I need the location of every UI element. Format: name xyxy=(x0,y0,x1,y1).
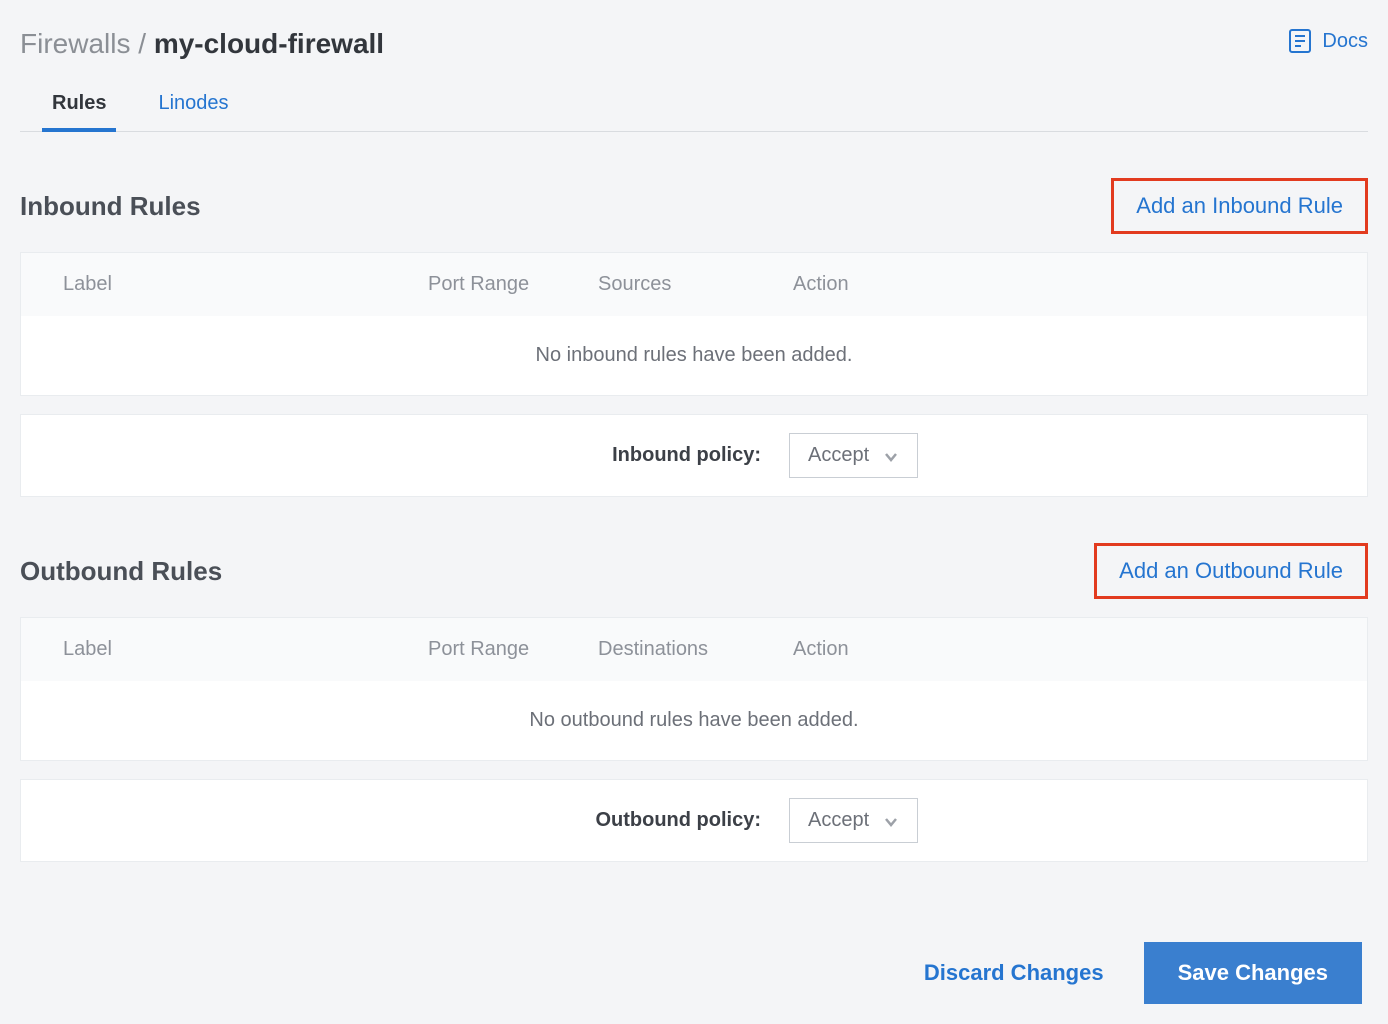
add-inbound-rule-button[interactable]: Add an Inbound Rule xyxy=(1111,178,1368,234)
breadcrumb: Firewalls / my-cloud-firewall xyxy=(20,28,384,60)
inbound-policy-select[interactable]: Accept xyxy=(789,433,918,478)
breadcrumb-parent[interactable]: Firewalls xyxy=(20,28,130,59)
outbound-title: Outbound Rules xyxy=(20,556,222,587)
outbound-col-action: Action xyxy=(771,618,1367,681)
tab-rules[interactable]: Rules xyxy=(48,78,110,131)
firewall-rules-page: Firewalls / my-cloud-firewall Docs Rules… xyxy=(20,20,1368,1004)
add-outbound-rule-button[interactable]: Add an Outbound Rule xyxy=(1094,543,1368,599)
outbound-rules-table: Label Port Range Destinations Action No … xyxy=(20,617,1368,761)
outbound-section-head: Outbound Rules Add an Outbound Rule xyxy=(20,537,1368,617)
save-changes-button[interactable]: Save Changes xyxy=(1144,942,1362,1004)
inbound-section-head: Inbound Rules Add an Inbound Rule xyxy=(20,172,1368,252)
page-header: Firewalls / my-cloud-firewall Docs xyxy=(20,20,1368,78)
outbound-col-port-range: Port Range xyxy=(406,618,576,681)
outbound-policy-label: Outbound policy: xyxy=(21,809,761,832)
inbound-policy-value: Accept xyxy=(808,444,869,467)
docs-link[interactable]: Docs xyxy=(1288,28,1368,54)
inbound-policy-row: Inbound policy: Accept xyxy=(20,414,1368,497)
inbound-col-label: Label xyxy=(21,253,406,316)
breadcrumb-current: my-cloud-firewall xyxy=(154,28,384,59)
outbound-col-destinations: Destinations xyxy=(576,618,771,681)
inbound-table-head: Label Port Range Sources Action xyxy=(21,253,1367,316)
outbound-empty-message: No outbound rules have been added. xyxy=(21,681,1367,760)
breadcrumb-separator: / xyxy=(130,28,153,59)
chevron-down-icon xyxy=(883,813,899,829)
footer-actions: Discard Changes Save Changes xyxy=(20,942,1368,1004)
outbound-policy-value: Accept xyxy=(808,809,869,832)
inbound-empty-message: No inbound rules have been added. xyxy=(21,316,1367,395)
inbound-col-port-range: Port Range xyxy=(406,253,576,316)
outbound-policy-select[interactable]: Accept xyxy=(789,798,918,843)
chevron-down-icon xyxy=(883,448,899,464)
inbound-title: Inbound Rules xyxy=(20,191,201,222)
inbound-rules-table: Label Port Range Sources Action No inbou… xyxy=(20,252,1368,396)
docs-label: Docs xyxy=(1322,30,1368,53)
document-icon xyxy=(1288,28,1312,54)
inbound-col-action: Action xyxy=(771,253,1367,316)
outbound-policy-row: Outbound policy: Accept xyxy=(20,779,1368,862)
discard-changes-button[interactable]: Discard Changes xyxy=(914,942,1114,1004)
tab-linodes[interactable]: Linodes xyxy=(154,78,232,131)
inbound-col-sources: Sources xyxy=(576,253,771,316)
outbound-table-head: Label Port Range Destinations Action xyxy=(21,618,1367,681)
outbound-col-label: Label xyxy=(21,618,406,681)
tab-bar: Rules Linodes xyxy=(20,78,1368,132)
inbound-policy-label: Inbound policy: xyxy=(21,444,761,467)
